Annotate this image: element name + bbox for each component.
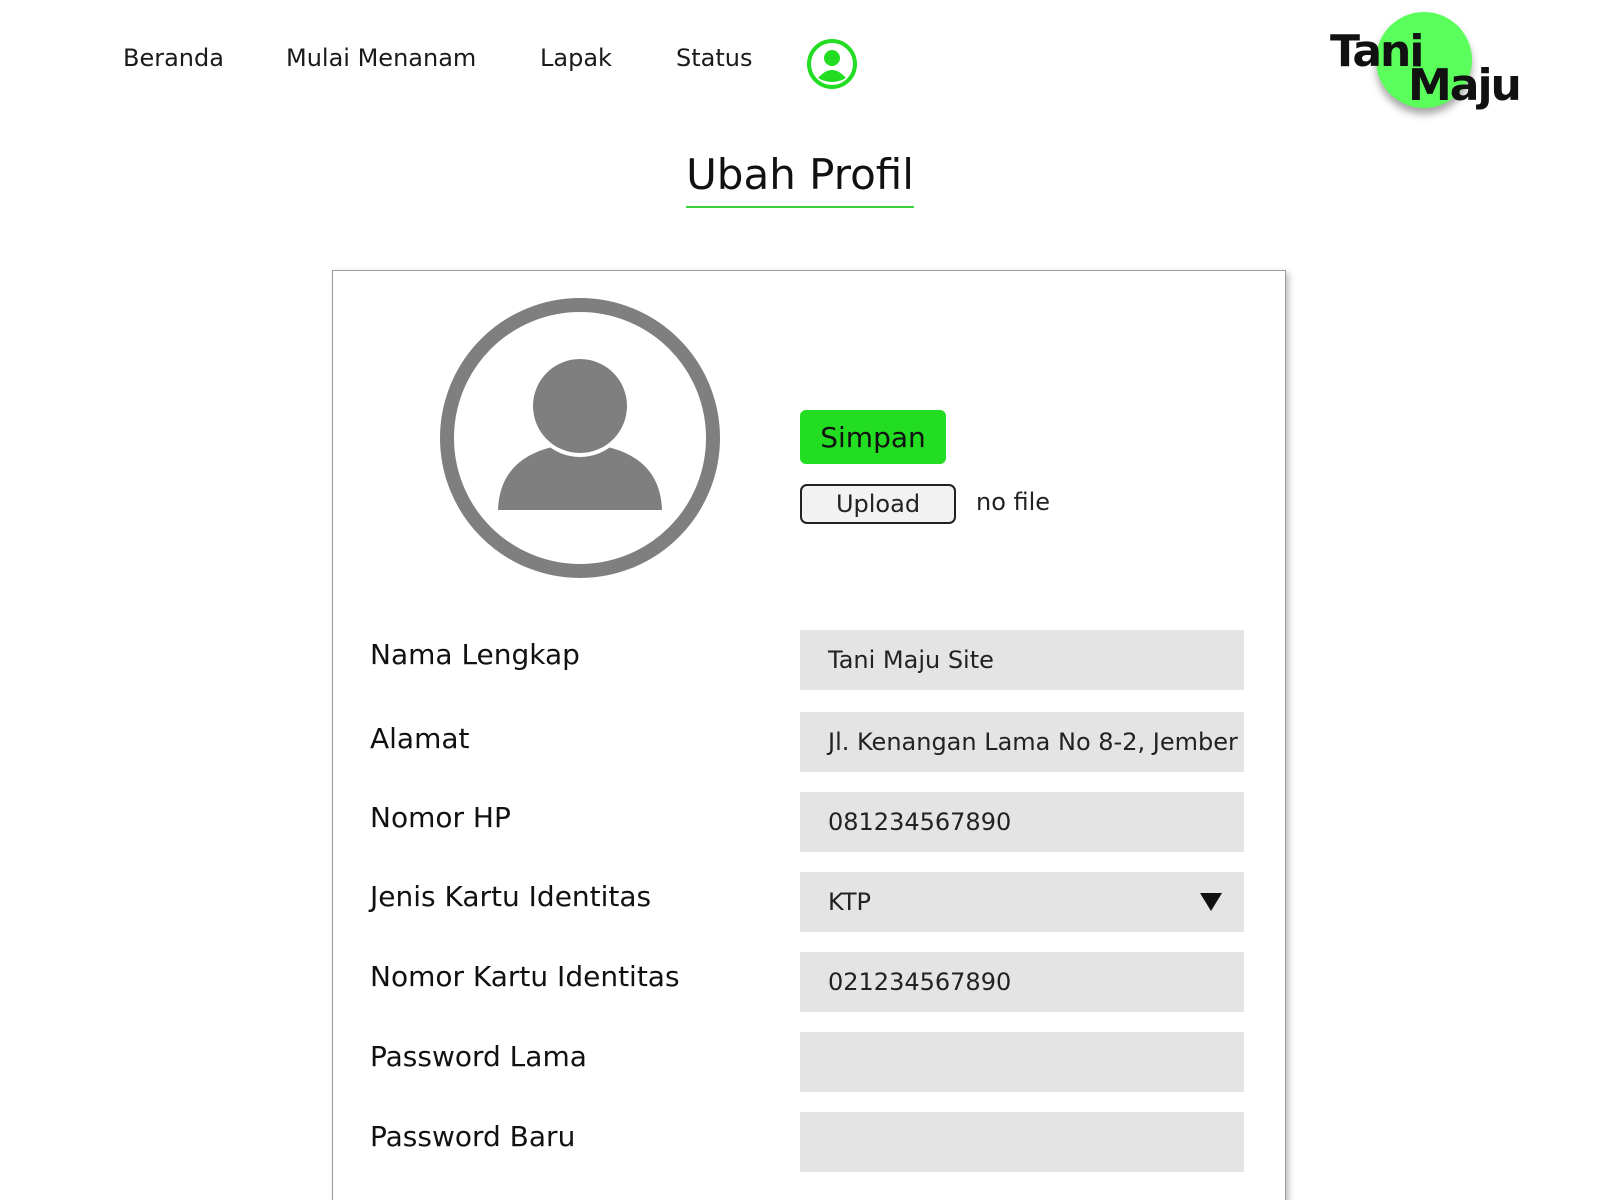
nama-lengkap-input[interactable]: Tani Maju Site — [800, 630, 1244, 690]
jenis-kartu-identitas-select[interactable]: KTP — [800, 872, 1244, 932]
logo-word-maju: Maju — [1408, 60, 1522, 111]
label-password-baru: Password Baru — [370, 1120, 576, 1153]
nomor-hp-input[interactable]: 081234567890 — [800, 792, 1244, 852]
nav-lapak[interactable]: Lapak — [540, 44, 612, 72]
label-password-lama: Password Lama — [370, 1040, 587, 1073]
password-baru-input[interactable] — [800, 1112, 1244, 1172]
label-nomor-kartu-identitas: Nomor Kartu Identitas — [370, 960, 680, 993]
password-lama-input[interactable] — [800, 1032, 1244, 1092]
user-circle-icon[interactable] — [806, 38, 858, 90]
file-status: no file — [976, 488, 1051, 516]
upload-button[interactable]: Upload — [800, 484, 956, 524]
label-jenis-kartu-identitas: Jenis Kartu Identitas — [370, 880, 652, 913]
nav-mulai-menanam[interactable]: Mulai Menanam — [286, 44, 476, 72]
logo[interactable]: Tani Maju — [1330, 10, 1522, 120]
jenis-kartu-identitas-value: KTP — [828, 888, 872, 916]
label-nomor-hp: Nomor HP — [370, 801, 511, 834]
dropdown-arrow-icon — [1200, 893, 1222, 911]
save-button[interactable]: Simpan — [800, 410, 946, 464]
nav-status[interactable]: Status — [676, 44, 752, 72]
nav-beranda[interactable]: Beranda — [123, 44, 224, 72]
label-alamat: Alamat — [370, 722, 470, 755]
page: Beranda Mulai Menanam Lapak Status Tani … — [0, 0, 1600, 1200]
user-avatar-icon — [440, 298, 720, 578]
alamat-input[interactable]: Jl. Kenangan Lama No 8-2, Jember — [800, 712, 1244, 772]
label-nama-lengkap: Nama Lengkap — [370, 638, 580, 671]
nomor-kartu-identitas-input[interactable]: 021234567890 — [800, 952, 1244, 1012]
title-underline — [686, 206, 914, 208]
page-title: Ubah Profil — [686, 150, 914, 199]
